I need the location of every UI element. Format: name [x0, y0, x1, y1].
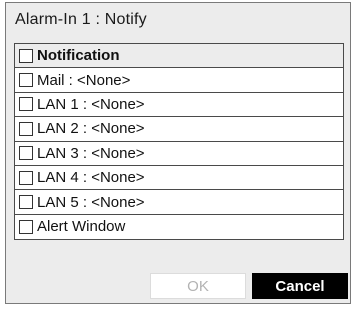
list-item-lan-2[interactable]: LAN 2 : <None>: [15, 117, 343, 142]
list-item-mail[interactable]: Mail : <None>: [15, 68, 343, 93]
list-item-lan-3[interactable]: LAN 3 : <None>: [15, 141, 343, 166]
notification-header-row[interactable]: Notification: [15, 44, 343, 69]
notification-all-checkbox[interactable]: [19, 48, 33, 63]
lan-1-checkbox[interactable]: [19, 97, 33, 112]
mail-label: Mail : <None>: [37, 71, 131, 89]
ok-button[interactable]: OK: [150, 273, 246, 299]
dialog-title: Alarm-In 1 : Notify: [15, 11, 147, 28]
list-item-lan-1[interactable]: LAN 1 : <None>: [15, 92, 343, 118]
lan-1-label: LAN 1 : <None>: [37, 95, 145, 113]
lan-2-label: LAN 2 : <None>: [37, 120, 145, 138]
lan-4-checkbox[interactable]: [19, 170, 33, 185]
alert-window-checkbox[interactable]: [19, 219, 33, 234]
mail-checkbox[interactable]: [19, 73, 33, 88]
list-item-alert-window[interactable]: Alert Window: [15, 214, 343, 240]
cancel-button[interactable]: Cancel: [252, 273, 348, 299]
notification-header-label: Notification: [37, 47, 120, 65]
list-item-lan-4[interactable]: LAN 4 : <None>: [15, 165, 343, 191]
lan-3-label: LAN 3 : <None>: [37, 144, 145, 162]
lan-3-checkbox[interactable]: [19, 146, 33, 161]
list-item-lan-5[interactable]: LAN 5 : <None>: [15, 190, 343, 215]
notification-list: Notification Mail : <None> LAN 1 : <None…: [14, 43, 344, 241]
lan-4-label: LAN 4 : <None>: [37, 169, 145, 187]
notify-dialog: Alarm-In 1 : Notify Notification Mail : …: [5, 2, 351, 304]
lan-5-checkbox[interactable]: [19, 195, 33, 210]
alert-window-label: Alert Window: [37, 218, 126, 236]
lan-5-label: LAN 5 : <None>: [37, 193, 145, 211]
lan-2-checkbox[interactable]: [19, 121, 33, 136]
